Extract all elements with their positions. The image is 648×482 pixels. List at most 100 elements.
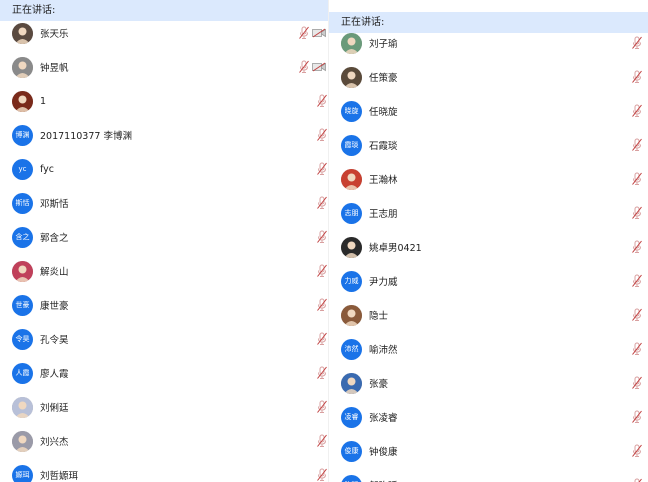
participant-row[interactable]: 钟昱帆 [0, 50, 328, 84]
avatar: 凌睿 [341, 406, 362, 428]
avatar [341, 32, 362, 54]
participant-row[interactable]: 沛然 喻沛然 [329, 332, 648, 366]
avatar: 世豪 [12, 294, 33, 316]
mic-muted-icon[interactable] [316, 434, 328, 448]
mic-muted-icon[interactable] [631, 36, 643, 50]
participant-row[interactable]: 解炎山 [0, 254, 328, 288]
mic-muted-icon[interactable] [316, 468, 328, 482]
participant-row[interactable]: 晓旋 任晓旋 [329, 94, 648, 128]
participant-name: 2017110377 李博渊 [40, 131, 132, 142]
speaking-bar: 正在讲话: [0, 0, 328, 21]
mic-muted-icon[interactable] [316, 264, 328, 278]
participant-row[interactable]: 王瀚林 [329, 162, 648, 196]
avatar-initials: 俊康 [344, 447, 359, 455]
mic-muted-icon[interactable] [316, 298, 328, 312]
speaking-label: 正在讲话: [341, 17, 385, 28]
participant-name: 解炎山 [40, 267, 69, 278]
avatar [12, 396, 33, 418]
participant-name: 隐士 [369, 311, 389, 322]
mic-muted-icon[interactable] [631, 376, 643, 390]
mic-muted-icon[interactable] [631, 478, 643, 482]
participant-row[interactable]: 张天乐 [0, 16, 328, 50]
participant-name: 张豪 [369, 379, 389, 390]
avatar-initials: 凌睿 [344, 413, 359, 421]
avatar [341, 236, 362, 258]
mic-muted-icon[interactable] [631, 444, 643, 458]
participant-row[interactable]: 令昊 孔令昊 [0, 322, 328, 356]
participant-row[interactable]: 含之 郭含之 [0, 220, 328, 254]
participant-name: 张凌睿 [369, 413, 398, 424]
participant-row[interactable]: 世豪 康世豪 [0, 288, 328, 322]
camera-off-icon[interactable] [312, 62, 326, 72]
mic-muted-icon[interactable] [631, 274, 643, 288]
participant-row[interactable]: 俊康 钟俊康 [329, 434, 648, 468]
participant-row[interactable]: yc fyc [0, 152, 328, 186]
mic-muted-icon[interactable] [631, 240, 643, 254]
participant-row[interactable]: 刘俐廷 [0, 390, 328, 424]
avatar-initials: yc [18, 165, 27, 173]
speaking-label: 正在讲话: [12, 5, 56, 16]
panel-gap [329, 0, 648, 12]
avatar-initials: 霞琰 [344, 141, 359, 149]
avatar [341, 168, 362, 190]
mic-muted-icon[interactable] [298, 26, 310, 40]
participant-row[interactable]: 张豪 [329, 366, 648, 400]
avatar [12, 260, 33, 282]
mic-muted-icon[interactable] [316, 366, 328, 380]
participant-list: 张天乐钟昱帆 1 博渊 2017110377 李博渊 yc fyc 斯恬 邓斯恬 含之 郭含之解炎… [0, 16, 328, 482]
mic-muted-icon[interactable] [631, 410, 643, 424]
avatar: 力威 [341, 270, 362, 292]
mic-muted-icon[interactable] [316, 162, 328, 176]
participant-row[interactable]: 霞琰 石霞琰 [329, 128, 648, 162]
participant-row[interactable]: 姚卓男0421 [329, 230, 648, 264]
mic-muted-icon[interactable] [631, 70, 643, 84]
avatar-initials: 嫄珥 [15, 471, 30, 479]
mic-muted-icon[interactable] [316, 128, 328, 142]
avatar-initials: 令昊 [15, 335, 30, 343]
avatar: 志朋 [341, 202, 362, 224]
participant-panel-left: 正在讲话: 张天乐 钟昱帆 1 博渊 2017110377 李博渊 yc fyc 斯恬 邓斯恬含… [0, 0, 328, 482]
participant-row[interactable]: 刘兴杰 [0, 424, 328, 458]
participant-name: 孔令昊 [40, 335, 69, 346]
avatar: 嫄珥 [12, 464, 33, 482]
participant-row[interactable]: 隐士 [329, 298, 648, 332]
mic-muted-icon[interactable] [316, 400, 328, 414]
participant-row[interactable]: 博渊 2017110377 李博渊 [0, 118, 328, 152]
avatar: 昀廷 [341, 474, 362, 482]
mic-muted-icon[interactable] [631, 206, 643, 220]
avatar [12, 430, 33, 452]
mic-muted-icon[interactable] [298, 60, 310, 74]
participant-row[interactable]: 嫄珥 刘哲嫄珥 [0, 458, 328, 482]
participant-row[interactable]: 1 [0, 84, 328, 118]
avatar [12, 22, 33, 44]
mic-muted-icon[interactable] [631, 172, 643, 186]
participant-row[interactable]: 任策豪 [329, 60, 648, 94]
participant-row[interactable]: 斯恬 邓斯恬 [0, 186, 328, 220]
participant-row[interactable]: 昀廷邹昀廷 [329, 468, 648, 482]
participant-name: 刘哲嫄珥 [40, 471, 79, 482]
participant-name: 刘子瑜 [369, 39, 398, 50]
participant-name: 任策豪 [369, 73, 398, 84]
mic-muted-icon[interactable] [631, 308, 643, 322]
avatar: 含之 [12, 226, 33, 248]
mic-muted-icon[interactable] [316, 196, 328, 210]
mic-muted-icon[interactable] [631, 138, 643, 152]
camera-off-icon[interactable] [312, 28, 326, 38]
participant-name: 钟俊康 [369, 447, 398, 458]
mic-muted-icon[interactable] [631, 104, 643, 118]
participant-row[interactable]: 人霞 廖人霞 [0, 356, 328, 390]
participant-row[interactable]: 力威 尹力威 [329, 264, 648, 298]
participant-name: 任晓旋 [369, 107, 398, 118]
participant-row[interactable]: 志朋 王志朋 [329, 196, 648, 230]
avatar: 沛然 [341, 338, 362, 360]
mic-muted-icon[interactable] [316, 332, 328, 346]
mic-muted-icon[interactable] [316, 230, 328, 244]
participant-name: fyc [40, 163, 55, 175]
mic-muted-icon[interactable] [316, 94, 328, 108]
participant-name: 钟昱帆 [40, 63, 69, 74]
participant-row[interactable]: 凌睿 张凌睿 [329, 400, 648, 434]
mic-muted-icon[interactable] [631, 342, 643, 356]
avatar: 令昊 [12, 328, 33, 350]
avatar-initials: 博渊 [15, 131, 30, 139]
avatar: yc [12, 158, 33, 180]
